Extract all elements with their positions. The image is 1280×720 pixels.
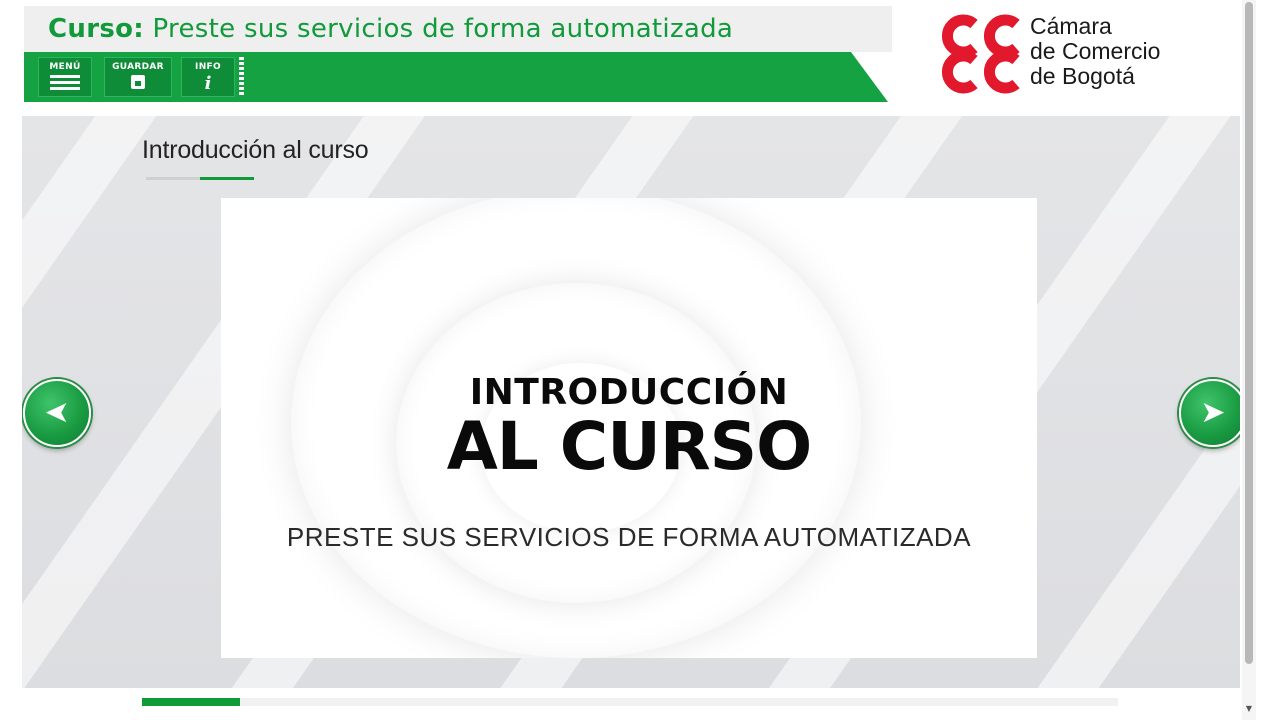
course-title-text: Preste sus servicios de forma automatiza…	[152, 14, 734, 44]
scrollbar-thumb[interactable]	[1245, 2, 1253, 664]
slide-heading-line1: INTRODUCCIÓN	[469, 372, 789, 413]
camara-comercio-logo: Cámara de Comercio de Bogotá	[934, 10, 1204, 96]
logo-line-2: de Comercio	[1030, 38, 1161, 64]
info-label: INFO	[195, 62, 221, 72]
course-prefix: Curso:	[48, 14, 144, 44]
progress-fill	[142, 698, 240, 706]
section-underline	[146, 177, 254, 180]
next-button[interactable]: ➤	[1179, 379, 1240, 447]
scrollbar[interactable]: ▼	[1242, 0, 1256, 720]
course-title: Curso: Preste sus servicios de forma aut…	[48, 14, 733, 44]
menu-button[interactable]: MENÚ	[38, 57, 92, 97]
logo-text: Cámara de Comercio de Bogotá	[1030, 14, 1160, 89]
toolbar-divider	[239, 57, 244, 97]
menu-label: MENÚ	[49, 62, 81, 72]
info-icon: i	[204, 73, 212, 94]
save-button[interactable]: GUARDAR	[104, 57, 172, 97]
section-title: Introducción al curso	[142, 136, 369, 164]
scroll-down-icon[interactable]: ▼	[1244, 704, 1254, 714]
logo-line-3: de Bogotá	[1030, 63, 1135, 89]
slide-heading-line2: AL CURSO	[446, 408, 813, 485]
logo-line-1: Cámara	[1030, 13, 1112, 39]
save-label: GUARDAR	[112, 62, 164, 72]
footer	[22, 688, 1240, 720]
hamburger-icon	[50, 75, 80, 90]
slide-subtitle: PRESTE SUS SERVICIOS DE FORMA AUTOMATIZA…	[286, 522, 972, 552]
arrow-left-icon: ➤	[44, 395, 70, 430]
slide: INTRODUCCIÓN AL CURSO PRESTE SUS SERVICI…	[221, 198, 1037, 658]
course-player: Curso: Preste sus servicios de forma aut…	[22, 4, 1240, 720]
save-icon	[131, 75, 145, 89]
progress-bar	[142, 698, 1118, 706]
ccb-logo-icon	[941, 14, 1020, 94]
content-area: Introducción al curso INTRODUCCIÓN AL CU…	[22, 116, 1240, 688]
prev-button[interactable]: ➤	[23, 379, 91, 447]
title-band: Curso: Preste sus servicios de forma aut…	[24, 6, 892, 52]
toolbar: MENÚ GUARDAR INFO i	[24, 52, 888, 102]
info-button[interactable]: INFO i	[181, 57, 235, 97]
arrow-right-icon: ➤	[1200, 395, 1226, 430]
header: Curso: Preste sus servicios de forma aut…	[22, 4, 1240, 116]
